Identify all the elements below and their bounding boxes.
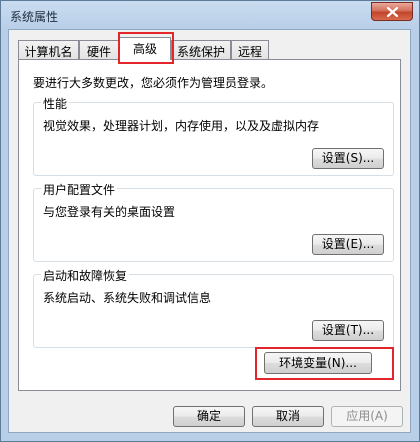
tab-computer-name[interactable]: 计算机名 (18, 40, 79, 59)
user-profiles-description: 与您登录有关的桌面设置 (43, 205, 176, 219)
user-profiles-settings-button[interactable]: 设置(E)... (312, 234, 384, 255)
close-icon (386, 6, 398, 17)
window-title: 系统属性 (10, 10, 59, 24)
startup-recovery-group: 启动和故障恢复 系统启动、系统失败和调试信息 设置(T)... (33, 267, 394, 348)
dialog-client-area: 计算机名 硬件 高级 系统保护 远程 要进行大多数更改，您必须作为管理员登录。 … (8, 29, 411, 433)
startup-recovery-settings-button[interactable]: 设置(T)... (312, 320, 384, 341)
performance-group: 性能 视觉效果，处理器计划，内存使用，以及及虚拟内存 设置(S)... (33, 95, 394, 176)
cancel-button[interactable]: 取消 (252, 406, 324, 427)
startup-recovery-group-title: 启动和故障恢复 (41, 267, 130, 284)
user-profiles-group: 用户配置文件 与您登录有关的桌面设置 设置(E)... (33, 181, 394, 262)
performance-description: 视觉效果，处理器计划，内存使用，以及及虚拟内存 (43, 119, 320, 133)
admin-note: 要进行大多数更改，您必须作为管理员登录。 (33, 76, 274, 90)
apply-button: 应用(A) (331, 406, 403, 427)
close-button[interactable] (371, 2, 413, 21)
performance-group-title: 性能 (41, 95, 70, 112)
advanced-tab-panel: 要进行大多数更改，您必须作为管理员登录。 性能 视觉效果，处理器计划，内存使用，… (18, 59, 401, 391)
ok-button[interactable]: 确定 (173, 406, 245, 427)
tab-hardware[interactable]: 硬件 (79, 40, 119, 59)
system-properties-window: 系统属性 计算机名 硬件 高级 系统保护 远程 要进行大多数更改，您必须作为管理… (0, 0, 420, 442)
title-bar[interactable]: 系统属性 (1, 1, 419, 29)
tab-remote[interactable]: 远程 (231, 40, 269, 59)
performance-settings-button[interactable]: 设置(S)... (312, 148, 384, 169)
tab-system-protection[interactable]: 系统保护 (171, 40, 231, 59)
tab-highlight-box (118, 32, 174, 64)
environment-variables-button[interactable]: 环境变量(N)... (264, 352, 372, 374)
startup-recovery-description: 系统启动、系统失败和调试信息 (43, 291, 212, 305)
user-profiles-group-title: 用户配置文件 (41, 181, 118, 198)
